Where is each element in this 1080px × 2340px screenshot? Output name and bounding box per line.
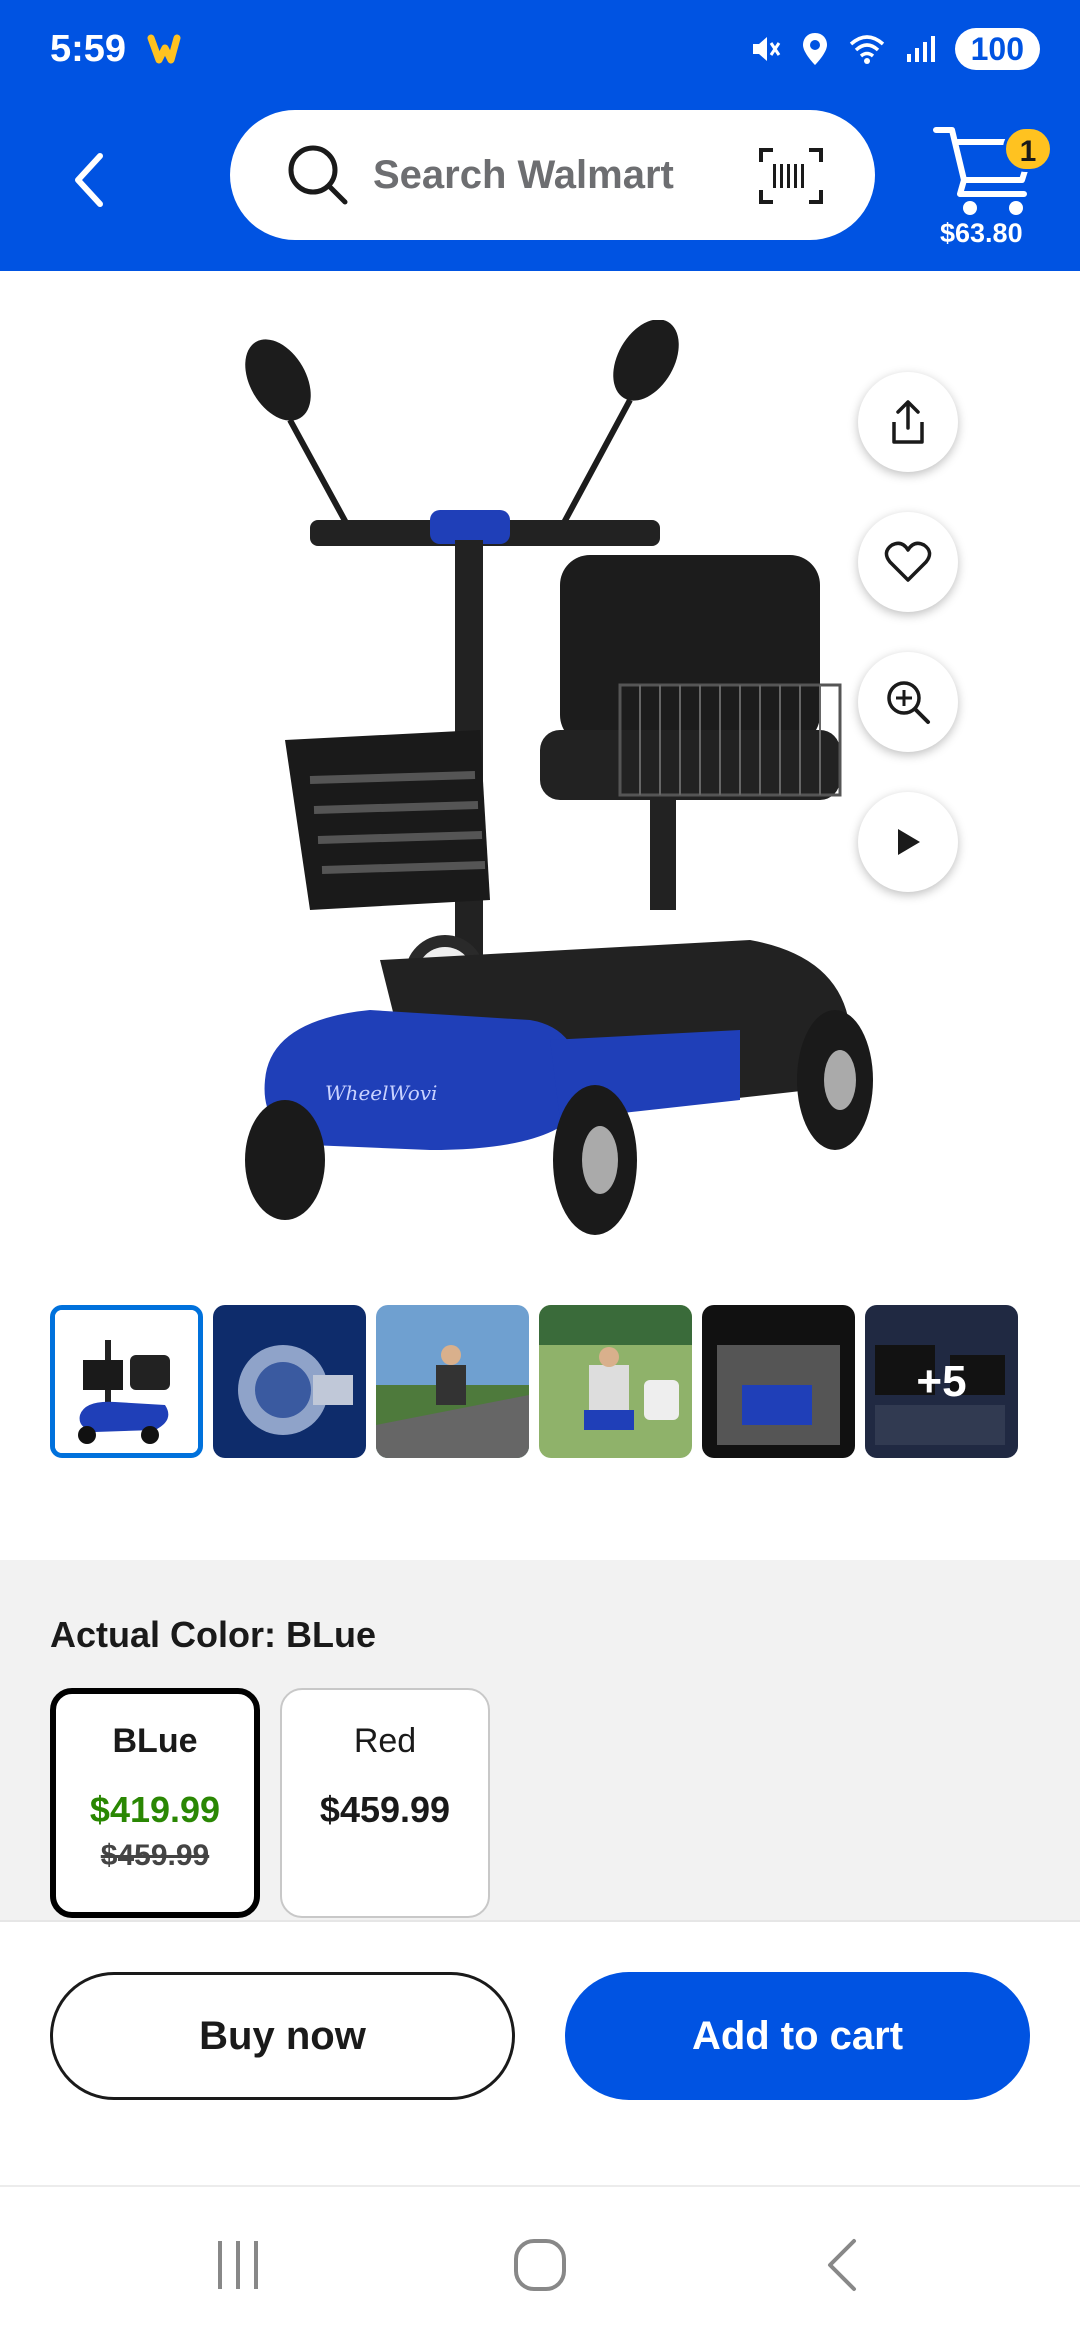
system-navbar <box>0 2185 1080 2340</box>
color-label: Actual Color: BLue <box>50 1614 377 1655</box>
zoom-in-icon <box>887 681 930 724</box>
status-icons: 100 <box>749 28 1040 70</box>
barcode-icon[interactable] <box>757 146 825 206</box>
chevron-left-icon[interactable] <box>70 150 110 210</box>
signal-icon <box>906 36 935 62</box>
app-header: 5:59 100 Search Walmart 1 $63.80 <box>0 0 1080 271</box>
more-images-label: +5 <box>865 1305 1018 1458</box>
variant-price: $419.99 <box>89 1789 221 1830</box>
battery-indicator: 100 <box>954 28 1040 70</box>
wifi-icon <box>849 35 884 64</box>
favorite-button[interactable] <box>858 512 958 612</box>
search-input[interactable]: Search Walmart <box>373 153 674 198</box>
variant-name: Red <box>353 1722 417 1760</box>
share-icon <box>892 400 924 444</box>
location-icon <box>802 33 827 65</box>
thumbnail-5[interactable] <box>702 1305 855 1458</box>
variant-section: Actual Color: BLue BLue $419.99 $459.99 … <box>0 1560 1080 1920</box>
back-icon[interactable] <box>822 2237 862 2293</box>
home-icon[interactable] <box>512 2237 568 2293</box>
share-button[interactable] <box>858 372 958 472</box>
status-time: 5:59 <box>50 28 127 70</box>
variant-original-price: $459.99 <box>100 1839 210 1872</box>
buy-now-button[interactable]: Buy now <box>50 1972 515 2100</box>
search-bar[interactable]: Search Walmart <box>230 110 875 240</box>
product-image[interactable]: WheelWovi <box>230 320 880 1280</box>
thumbnail-6[interactable]: +5 <box>865 1305 1018 1458</box>
variant-option-blue[interactable]: BLue $419.99 $459.99 <box>50 1688 260 1918</box>
thumbnail-1[interactable] <box>50 1305 203 1458</box>
thumbnail-strip: +5 <box>50 1305 1018 1458</box>
variant-price: $459.99 <box>319 1789 451 1830</box>
thumbnail-3[interactable] <box>376 1305 529 1458</box>
play-icon <box>898 829 920 855</box>
walmart-spark-icon <box>147 34 181 64</box>
heart-icon <box>884 541 932 582</box>
cart-total: $63.80 <box>940 218 1023 248</box>
search-icon <box>288 145 348 205</box>
play-video-button[interactable] <box>858 792 958 892</box>
variant-name: BLue <box>112 1722 198 1760</box>
mute-icon <box>752 37 780 61</box>
thumbnail-4[interactable] <box>539 1305 692 1458</box>
zoom-button[interactable] <box>858 652 958 752</box>
thumbnail-2[interactable] <box>213 1305 366 1458</box>
add-to-cart-button[interactable]: Add to cart <box>565 1972 1030 2100</box>
svg-text:WheelWovi: WheelWovi <box>325 1081 437 1105</box>
cart-count-badge: 1 <box>1003 126 1053 172</box>
recents-icon[interactable] <box>212 2237 264 2293</box>
variant-option-red[interactable]: Red $459.99 <box>280 1688 490 1918</box>
purchase-actions: Buy now Add to cart <box>0 1920 1080 2180</box>
